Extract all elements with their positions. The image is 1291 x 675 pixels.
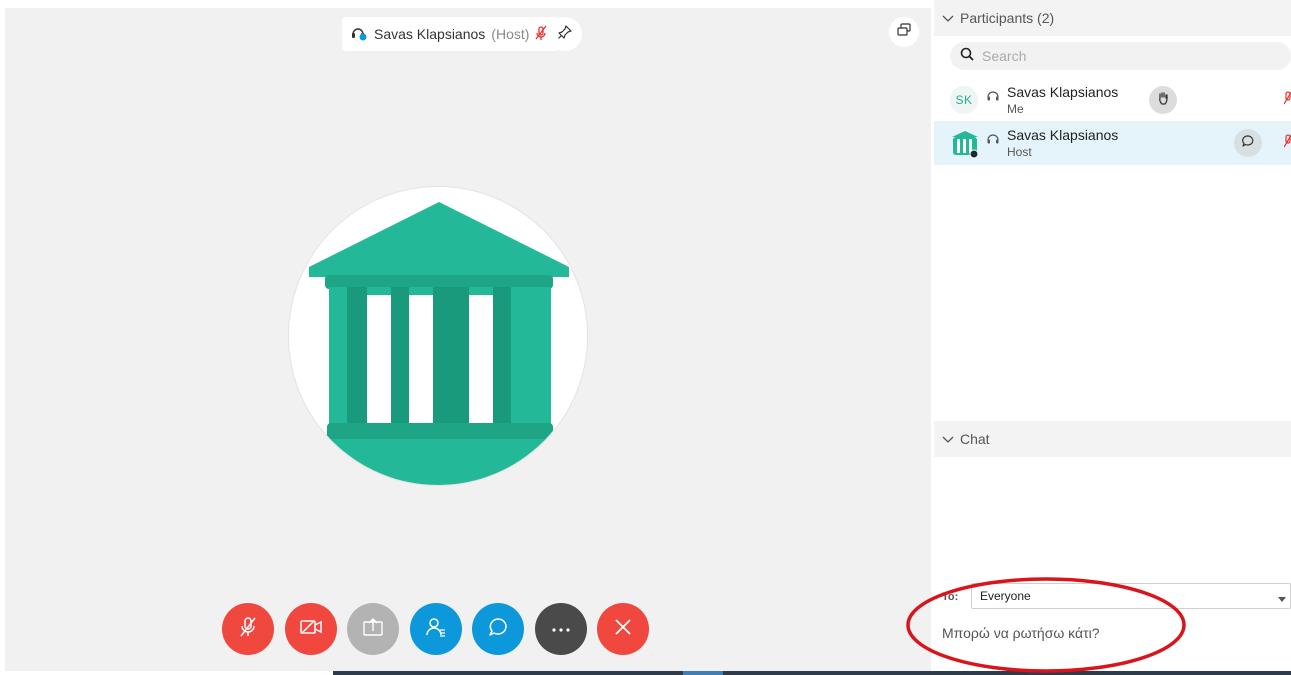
participant-search[interactable] bbox=[950, 42, 1291, 70]
participants-button[interactable] bbox=[409, 603, 462, 655]
participants-header-title: Participants (2) bbox=[960, 10, 1055, 26]
active-speaker-name: Savas Klapsianos bbox=[374, 26, 486, 42]
participant-subtitle: Host bbox=[1007, 145, 1032, 159]
chat-message-input[interactable] bbox=[942, 618, 1282, 648]
pin-button[interactable] bbox=[548, 17, 582, 51]
participant-row[interactable]: Savas Klapsianos Host bbox=[934, 121, 1291, 165]
participant-name: Savas Klapsianos bbox=[1007, 127, 1119, 143]
chat-recipient-select[interactable]: Everyone bbox=[971, 583, 1291, 609]
host-avatar bbox=[288, 186, 588, 486]
layout-button[interactable] bbox=[889, 17, 919, 47]
mute-button[interactable] bbox=[222, 603, 274, 655]
bank-building-icon bbox=[309, 202, 571, 485]
mic-muted-icon bbox=[1283, 133, 1291, 154]
video-off-icon bbox=[299, 618, 323, 641]
taskbar-strip bbox=[333, 671, 1291, 675]
chevron-down-icon bbox=[1278, 592, 1286, 606]
mic-off-icon bbox=[238, 616, 258, 643]
headset-icon bbox=[986, 89, 1000, 108]
chat-recipient-row: To: Everyone bbox=[934, 583, 1291, 611]
more-icon bbox=[551, 620, 571, 638]
participant-initials-avatar: SK bbox=[950, 86, 978, 114]
video-stage: Savas Klapsianos (Host) bbox=[5, 8, 931, 671]
layout-icon bbox=[897, 22, 911, 42]
meeting-controls bbox=[222, 603, 649, 655]
chat-header-title: Chat bbox=[960, 431, 990, 447]
mic-muted-icon bbox=[1283, 90, 1291, 111]
share-button[interactable] bbox=[347, 603, 399, 655]
headset-icon bbox=[986, 132, 1000, 151]
close-icon bbox=[614, 618, 632, 641]
search-icon bbox=[960, 47, 974, 66]
chevron-down-icon bbox=[942, 431, 954, 447]
search-input[interactable] bbox=[982, 48, 1262, 64]
more-button[interactable] bbox=[534, 603, 587, 655]
participant-name: Savas Klapsianos bbox=[1007, 84, 1119, 100]
webex-meeting-window: Savas Klapsianos (Host) Participants (2)… bbox=[0, 0, 1291, 675]
participant-subtitle: Me bbox=[1007, 102, 1024, 116]
chat-recipient-value: Everyone bbox=[980, 589, 1031, 603]
participants-icon bbox=[425, 616, 447, 643]
taskbar-active-indicator bbox=[683, 671, 723, 675]
participant-avatar bbox=[950, 129, 979, 159]
share-icon bbox=[362, 617, 384, 642]
active-speaker-role: (Host) bbox=[491, 26, 530, 42]
bank-building-icon bbox=[952, 131, 979, 159]
video-button[interactable] bbox=[284, 603, 337, 655]
participants-panel-header[interactable]: Participants (2) bbox=[934, 0, 1291, 36]
chat-button[interactable] bbox=[472, 603, 524, 655]
chat-to-label: To: bbox=[942, 591, 959, 603]
audio-connected-icon bbox=[350, 25, 368, 44]
mic-muted-icon bbox=[535, 25, 547, 44]
participant-row[interactable]: SK Savas Klapsianos Me bbox=[934, 78, 1291, 122]
chat-icon bbox=[1241, 134, 1255, 153]
chevron-down-icon bbox=[942, 10, 954, 26]
leave-meeting-button[interactable] bbox=[597, 603, 649, 655]
raise-hand-button[interactable] bbox=[1149, 86, 1177, 114]
active-speaker-label: Savas Klapsianos (Host) bbox=[342, 17, 560, 51]
chat-panel-header[interactable]: Chat bbox=[934, 421, 1291, 457]
side-panel: Participants (2) SK Savas Klapsiano bbox=[931, 0, 1291, 671]
pin-icon bbox=[557, 24, 573, 45]
chat-icon bbox=[487, 616, 509, 643]
hand-icon bbox=[1157, 91, 1169, 110]
private-chat-button[interactable] bbox=[1234, 129, 1262, 157]
